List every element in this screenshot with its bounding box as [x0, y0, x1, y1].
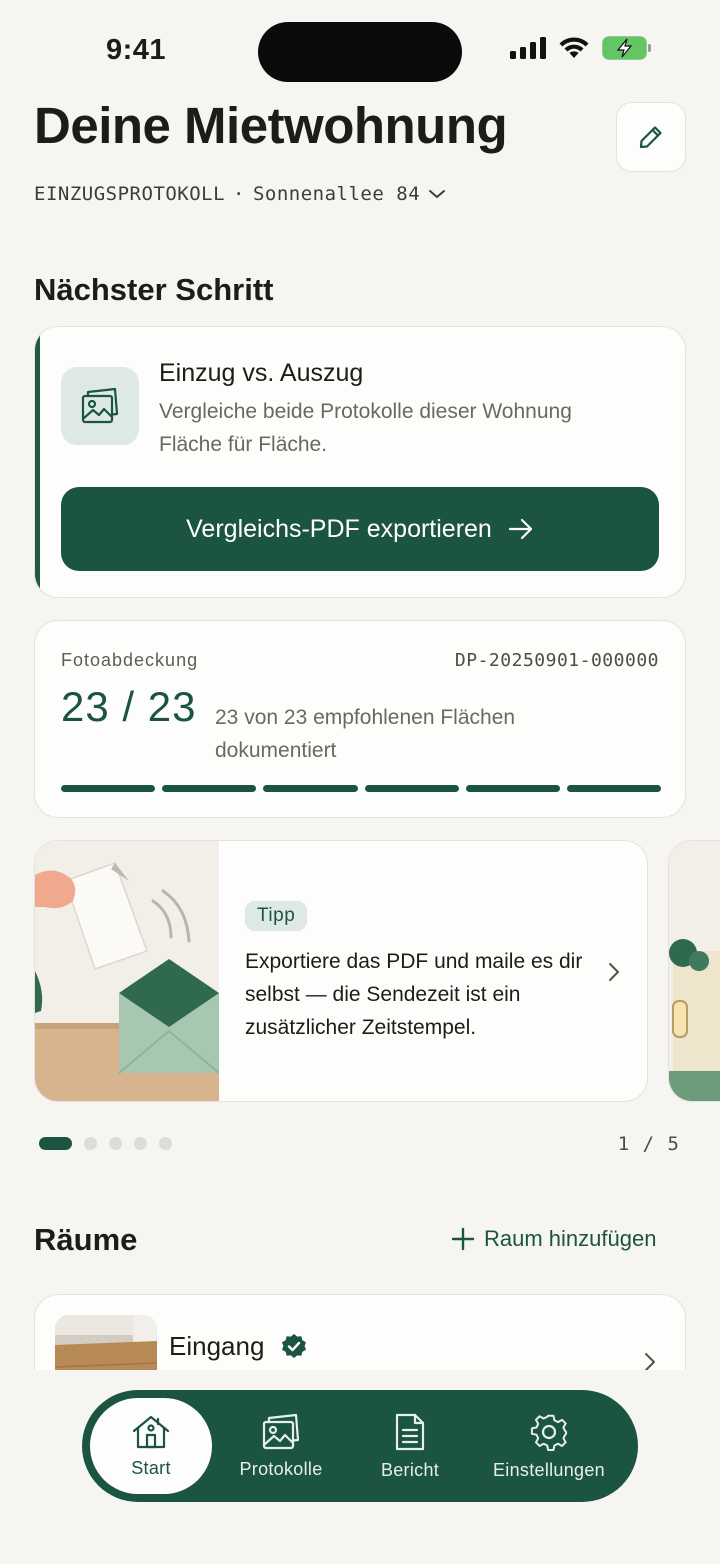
tab-label-protokolle: Protokolle: [239, 1458, 323, 1479]
next-step-icon-box: [61, 367, 139, 445]
tab-label-bericht: Bericht: [380, 1459, 440, 1480]
rooms-heading: Räume: [34, 1222, 138, 1257]
house-icon: [132, 1415, 170, 1448]
next-step-description: Vergleiche beide Protokolle dieser Wohnu…: [159, 400, 572, 456]
page-dot[interactable]: [84, 1137, 97, 1150]
photo-coverage-card: Fotoabdeckung DP-20250901-000000 23 / 23…: [34, 620, 686, 818]
page-dot[interactable]: [134, 1137, 147, 1150]
room-name: Eingang: [169, 1331, 265, 1361]
edit-button[interactable]: [616, 102, 686, 172]
coverage-segment: [566, 785, 662, 792]
coverage-label: Fotoabdeckung: [61, 650, 199, 670]
signal-icon: [510, 37, 546, 59]
apartment-selector[interactable]: EINZUGSPROTOKOLL · Sonnenallee 84: [34, 183, 446, 205]
address-label: Sonnenallee 84: [252, 183, 421, 205]
tab-bar: Start Protokolle Bericht Einstellungen: [82, 1390, 638, 1502]
tip-card[interactable]: Tipp Exportiere das PDF und maile es dir…: [34, 840, 648, 1102]
page-dot-active[interactable]: [39, 1137, 72, 1150]
mail-illustration: [35, 841, 219, 1101]
card-accent-bar: [35, 327, 40, 597]
tab-label-start: Start: [131, 1457, 171, 1478]
tab-start[interactable]: Start: [90, 1398, 212, 1494]
plus-icon: [451, 1227, 475, 1251]
chevron-down-icon: [429, 190, 446, 198]
document-icon: [395, 1413, 425, 1450]
carousel-page-indicator: [39, 1137, 172, 1150]
tab-einstellungen[interactable]: Einstellungen: [470, 1398, 628, 1494]
coverage-segment: [61, 785, 156, 792]
add-room-label: Raum hinzufügen: [484, 1226, 657, 1251]
pencil-icon: [639, 126, 662, 149]
photos-icon: [262, 1413, 300, 1449]
gear-icon: [530, 1414, 568, 1451]
document-id: DP-20250901-000000: [454, 650, 659, 671]
export-comparison-pdf-button[interactable]: Vergleichs-PDF exportieren: [61, 487, 659, 571]
verified-badge-icon: [282, 1334, 306, 1358]
chevron-right-icon: [609, 963, 619, 981]
dynamic-island: [258, 22, 462, 82]
tab-protokolle[interactable]: Protokolle: [212, 1398, 350, 1494]
coverage-progress: [61, 785, 662, 792]
tip-text: Exportiere das PDF und maile es dir selb…: [245, 950, 583, 1039]
carousel-page-counter: 1 / 5: [617, 1133, 680, 1155]
subtitle-separator: ·: [233, 183, 245, 205]
next-step-title: Einzug vs. Auszug: [159, 359, 364, 387]
photos-icon: [81, 387, 119, 424]
add-room-button[interactable]: Raum hinzufügen: [450, 1226, 656, 1252]
page-dot[interactable]: [109, 1137, 122, 1150]
coverage-description: 23 von 23 empfohlenen Flächen dokumentie…: [215, 706, 516, 762]
status-time: 9:41: [106, 34, 167, 66]
next-tip-card-peek[interactable]: [668, 840, 720, 1102]
coverage-segment: [364, 785, 459, 792]
next-step-heading: Nächster Schritt: [34, 272, 274, 307]
export-button-label: Vergleichs-PDF exportieren: [186, 514, 492, 543]
next-step-card: Einzug vs. Auszug Vergleiche beide Proto…: [34, 326, 686, 598]
wifi-icon: [559, 37, 589, 58]
coverage-count: 23 / 23: [61, 683, 197, 730]
coverage-segment: [263, 785, 358, 792]
tab-label-einstellungen: Einstellungen: [493, 1459, 605, 1480]
arrow-right-icon: [508, 518, 532, 540]
status-icons: [510, 36, 652, 60]
page-dot[interactable]: [159, 1137, 172, 1150]
coverage-segment: [162, 785, 257, 792]
page-title: Deine Mietwohnung: [34, 97, 508, 154]
battery-charging-icon: [602, 36, 651, 60]
tip-badge: Tipp: [245, 901, 308, 931]
coverage-segment: [465, 785, 560, 792]
tab-bericht[interactable]: Bericht: [350, 1398, 470, 1494]
house-illustration: [669, 841, 720, 1101]
protocol-type: EINZUGSPROTOKOLL: [34, 183, 226, 205]
